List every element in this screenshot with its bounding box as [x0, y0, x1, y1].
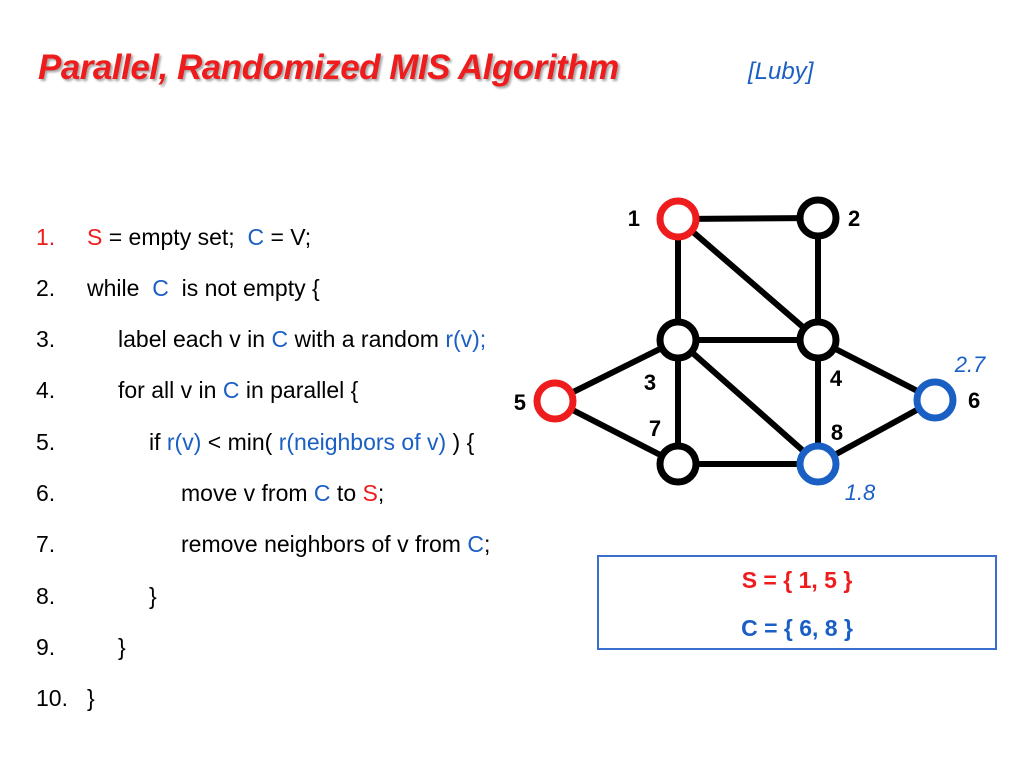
- graph-node-1: [656, 197, 700, 241]
- graph-node-6: [913, 378, 957, 422]
- random-value-label-6: 2.7: [954, 352, 986, 377]
- graph-node-7: [656, 442, 700, 486]
- graph-diagram: 1 2 3 4 5 6 2.7 7 8 1.8: [514, 196, 986, 505]
- graph-node-2: [796, 196, 840, 240]
- node-label-3: 3: [644, 370, 656, 395]
- node-label-8: 8: [831, 420, 843, 445]
- set-s-value: S = { 1, 5 }: [741, 567, 853, 593]
- graph-node-3: [656, 318, 700, 362]
- node-label-6: 6: [968, 388, 980, 413]
- graph-edge-3-8: [676, 337, 820, 467]
- node-label-2: 2: [848, 206, 860, 231]
- graph-node-4: [796, 318, 840, 362]
- node-label-4: 4: [830, 366, 843, 391]
- node-label-7: 7: [649, 416, 661, 441]
- random-value-label-8: 1.8: [845, 480, 876, 505]
- set-c-value: C = { 6, 8 }: [741, 615, 853, 641]
- node-label-1: 1: [628, 206, 640, 231]
- graph-edge-1-4: [676, 216, 820, 343]
- graph-node-8: [796, 442, 840, 486]
- graph-node-5: [533, 379, 577, 423]
- set-state-box: S = { 1, 5 } C = { 6, 8 }: [597, 555, 997, 650]
- node-label-5: 5: [514, 390, 526, 415]
